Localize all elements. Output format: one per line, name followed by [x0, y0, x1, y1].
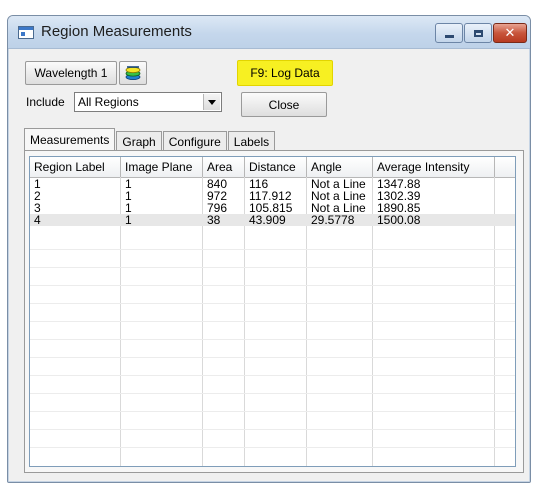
column-header-average-intensity[interactable]: Average Intensity — [373, 157, 495, 177]
layers-button[interactable] — [119, 61, 147, 85]
cell-distance: 105.815 — [249, 202, 293, 214]
close-icon: ✕ — [504, 25, 516, 41]
row-gridline — [30, 267, 515, 268]
log-data-button[interactable]: F9: Log Data — [237, 60, 333, 86]
cell-area: 796 — [207, 202, 228, 214]
cell-image-plane: 1 — [125, 202, 132, 214]
cell-distance: 117.912 — [249, 190, 292, 202]
cell-image-plane: 1 — [125, 214, 132, 226]
row-gridline — [30, 321, 515, 322]
cell-region-label: 4 — [34, 214, 41, 226]
tab-measurements[interactable]: Measurements — [24, 128, 116, 151]
include-select[interactable]: All Regions — [74, 92, 222, 112]
minimize-icon — [444, 35, 454, 38]
chevron-down-icon — [208, 99, 216, 105]
cell-image-plane: 1 — [125, 178, 132, 190]
cell-average-intensity: 1347.88 — [377, 178, 421, 190]
cell-region-label: 2 — [34, 190, 41, 202]
table-row-selected[interactable]: 4 1 38 43.909 29.5778 1500.08 — [30, 214, 515, 226]
cell-area: 840 — [207, 178, 228, 190]
tab-graph[interactable]: Graph — [116, 131, 162, 151]
table-row[interactable]: 3 1 796 105.815 Not a Line 1890.85 — [30, 202, 515, 214]
close-window-button[interactable]: ✕ — [493, 23, 527, 43]
row-gridline — [30, 285, 515, 286]
layers-icon — [125, 66, 141, 80]
cell-distance: 116 — [249, 178, 269, 190]
table-header: Region Label Image Plane Area Distance A… — [30, 157, 515, 178]
cell-angle: 29.5778 — [311, 214, 355, 226]
minimize-button[interactable] — [435, 23, 463, 43]
tab-labels[interactable]: Labels — [227, 131, 276, 151]
cell-region-label: 1 — [34, 178, 41, 190]
cell-region-label: 3 — [34, 202, 41, 214]
row-gridline — [30, 393, 515, 394]
row-gridline — [30, 357, 515, 358]
select-arrow[interactable] — [203, 94, 220, 110]
region-measurements-window: Region Measurements ✕ Wavelength 1 F9: L… — [7, 15, 531, 483]
column-header-distance[interactable]: Distance — [245, 157, 307, 177]
cell-average-intensity: 1302.39 — [377, 190, 421, 202]
cell-average-intensity: 1890.85 — [377, 202, 421, 214]
row-gridline — [30, 375, 515, 376]
wavelength-button[interactable]: Wavelength 1 — [25, 61, 117, 85]
column-header-region-label[interactable]: Region Label — [30, 157, 121, 177]
row-gridline — [30, 249, 515, 250]
row-gridline — [30, 411, 515, 412]
cell-angle: Not a Line — [311, 190, 366, 202]
cell-area: 38 — [207, 214, 221, 226]
tab-strip: Measurements Graph Configure Labels — [24, 127, 276, 151]
cell-angle: Not a Line — [311, 202, 366, 214]
column-header-angle[interactable]: Angle — [307, 157, 373, 177]
table-row[interactable]: 1 1 840 116 Not a Line 1347.88 — [30, 178, 515, 190]
row-gridline — [30, 447, 515, 448]
cell-area: 972 — [207, 190, 228, 202]
tab-configure[interactable]: Configure — [162, 131, 227, 151]
include-label: Include — [26, 95, 65, 109]
row-gridline — [30, 429, 515, 430]
cell-angle: Not a Line — [311, 178, 366, 190]
close-button[interactable]: Close — [241, 92, 327, 117]
measurements-panel: Region Label Image Plane Area Distance A… — [24, 150, 524, 473]
table-row[interactable]: 2 1 972 117.912 Not a Line 1302.39 — [30, 190, 515, 202]
row-gridline — [30, 339, 515, 340]
include-select-value: All Regions — [78, 95, 139, 109]
title-bar[interactable]: Region Measurements ✕ — [8, 16, 530, 49]
row-gridline — [30, 303, 515, 304]
column-header-image-plane[interactable]: Image Plane — [121, 157, 203, 177]
app-icon — [18, 26, 34, 39]
cell-image-plane: 1 — [125, 190, 132, 202]
cell-distance: 43.909 — [249, 214, 286, 226]
window-title: Region Measurements — [41, 23, 192, 40]
maximize-icon — [473, 29, 483, 37]
measurements-table[interactable]: Region Label Image Plane Area Distance A… — [29, 156, 516, 467]
cell-average-intensity: 1500.08 — [377, 214, 421, 226]
column-header-area[interactable]: Area — [203, 157, 245, 177]
maximize-button[interactable] — [464, 23, 492, 43]
